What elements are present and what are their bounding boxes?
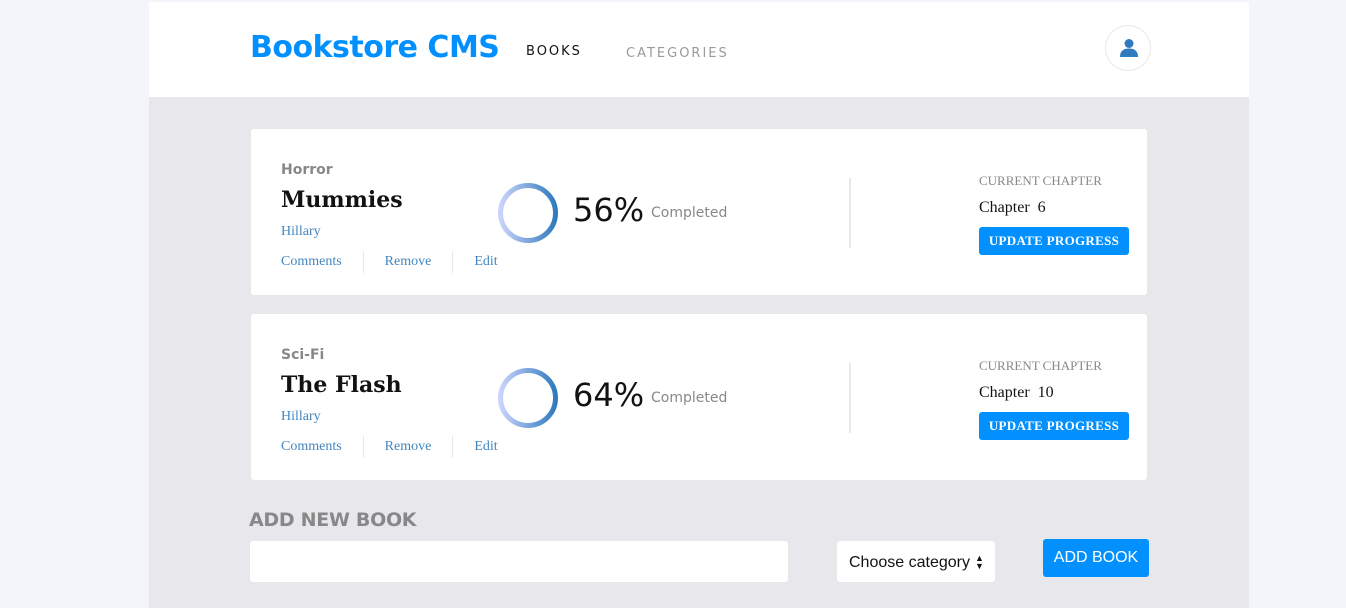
- book-genre: Sci-Fi: [281, 347, 325, 363]
- edit-button[interactable]: Edit: [474, 254, 497, 270]
- category-select-value: Choose category: [849, 554, 970, 571]
- book-actions: Comments Remove Edit: [281, 251, 498, 273]
- progress-ring: [498, 368, 558, 428]
- comments-button[interactable]: Comments: [281, 254, 342, 270]
- book-title: Mummies: [281, 187, 403, 213]
- completed-label: Completed: [651, 390, 728, 406]
- user-icon: [1120, 39, 1138, 57]
- book-author: Hillary: [281, 409, 321, 424]
- current-chapter-value: Chapter 10: [979, 384, 1054, 401]
- current-chapter-label: CURRENT CHAPTER: [979, 358, 1102, 373]
- completed-label: Completed: [651, 205, 728, 221]
- edit-button[interactable]: Edit: [474, 439, 497, 455]
- select-arrows-icon: ▲ ▼: [975, 553, 984, 571]
- book-card: Horror Mummies Hillary Comments Remove E…: [250, 128, 1148, 296]
- book-title: The Flash: [281, 372, 402, 398]
- action-divider: [452, 436, 454, 458]
- book-author: Hillary: [281, 224, 321, 239]
- remove-button[interactable]: Remove: [385, 254, 432, 270]
- remove-button[interactable]: Remove: [385, 439, 432, 455]
- action-divider: [362, 436, 364, 458]
- book-actions: Comments Remove Edit: [281, 436, 498, 458]
- card-divider: [849, 178, 851, 248]
- app-container: Bookstore CMS BOOKS CATEGORIES Horror Mu…: [149, 2, 1249, 608]
- update-progress-button[interactable]: UPDATE PROGRESS: [979, 227, 1129, 255]
- nav-link-books[interactable]: BOOKS: [526, 44, 582, 59]
- add-book-heading: ADD NEW BOOK: [249, 509, 417, 531]
- progress-percent: 56%: [573, 191, 645, 229]
- brand-logo[interactable]: Bookstore CMS: [250, 30, 500, 65]
- progress-ring: [498, 183, 558, 243]
- nav-link-categories[interactable]: CATEGORIES: [626, 46, 729, 61]
- category-select[interactable]: Choose category ▲ ▼: [836, 540, 996, 583]
- card-divider: [849, 363, 851, 433]
- user-avatar-button[interactable]: [1105, 25, 1151, 71]
- action-divider: [362, 251, 364, 273]
- current-chapter-label: CURRENT CHAPTER: [979, 173, 1102, 188]
- header: Bookstore CMS BOOKS CATEGORIES: [149, 2, 1249, 97]
- book-genre: Horror: [281, 162, 333, 178]
- book-title-input[interactable]: [249, 540, 789, 583]
- action-divider: [452, 251, 454, 273]
- book-card: Sci-Fi The Flash Hillary Comments Remove…: [250, 313, 1148, 481]
- progress-percent: 64%: [573, 376, 645, 414]
- current-chapter-value: Chapter 6: [979, 199, 1046, 216]
- update-progress-button[interactable]: UPDATE PROGRESS: [979, 412, 1129, 440]
- comments-button[interactable]: Comments: [281, 439, 342, 455]
- add-book-button[interactable]: ADD BOOK: [1043, 539, 1149, 577]
